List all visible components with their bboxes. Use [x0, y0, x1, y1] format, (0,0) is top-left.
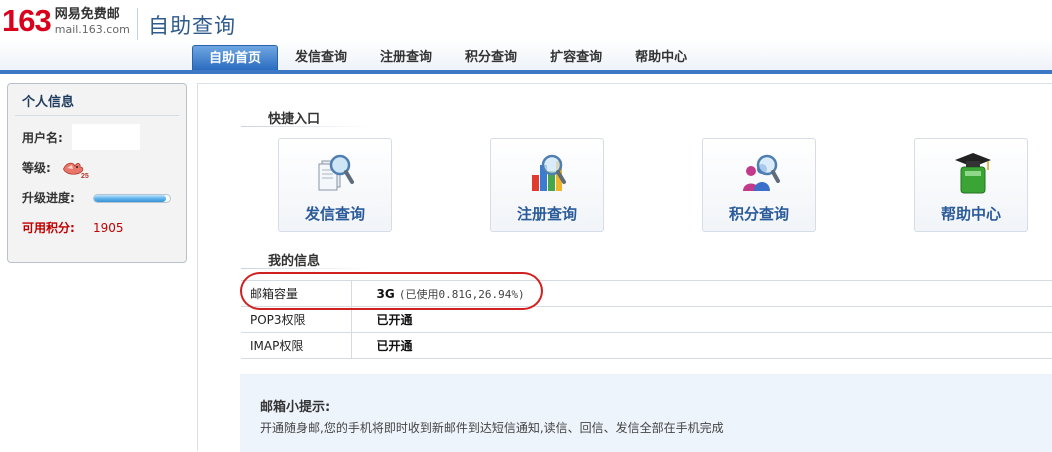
tab-points-query[interactable]: 积分查询 — [449, 45, 533, 70]
progress-label: 升级进度: — [22, 191, 75, 205]
logo-number: 163 — [2, 3, 52, 38]
nav-underline-bar — [0, 70, 1052, 74]
quick-help-center[interactable]: 帮助中心 — [914, 138, 1028, 232]
level-label: 等级: — [22, 161, 51, 175]
header: 163 网易免费邮 mail.163.com 自助查询 自助首页 发信查询 注册… — [0, 0, 1052, 70]
send-query-icon — [316, 151, 358, 195]
username-value — [72, 124, 140, 150]
my-info-title: 我的信息 — [268, 254, 321, 269]
tab-expansion-query[interactable]: 扩容查询 — [534, 45, 618, 70]
points-label: 可用积分: — [22, 221, 75, 235]
mailbox-capacity-label: 邮箱容量 — [241, 280, 352, 307]
table-row: IMAP权限 已开通 — [241, 332, 1052, 359]
pop3-permission-value: 已开通 — [351, 306, 1052, 333]
quick-points-query[interactable]: 积分查询 — [702, 138, 816, 232]
quick-entry-title: 快捷入口 — [268, 112, 321, 127]
logo-url: mail.163.com — [54, 23, 130, 36]
quick-register-query[interactable]: 注册查询 — [490, 138, 604, 232]
page-title: 自助查询 — [148, 14, 236, 38]
points-value: 1905 — [93, 221, 124, 235]
imap-permission-value: 已开通 — [351, 332, 1052, 359]
table-row: 邮箱容量 3G (已使用0.81G,26.94%) — [241, 280, 1052, 307]
mailbox-capacity-total: 3G — [376, 286, 395, 301]
mailbox-capacity-used: (已使用0.81G,26.94%) — [398, 287, 525, 301]
tab-register-query[interactable]: 注册查询 — [364, 45, 448, 70]
mailbox-tip-box: 邮箱小提示: 开通随身邮,您的手机将即时收到新邮件到达短信通知,读信、回信、发信… — [240, 374, 1052, 452]
mailbox-capacity-value: 3G (已使用0.81G,26.94%) — [351, 280, 1052, 307]
tab-help-center[interactable]: 帮助中心 — [619, 45, 703, 70]
quick-help-center-label: 帮助中心 — [940, 205, 1001, 223]
username-label: 用户名: — [22, 131, 63, 145]
help-center-icon — [952, 151, 994, 195]
logo-text: 网易免费邮 mail.163.com — [55, 7, 130, 37]
my-info-divider — [241, 268, 371, 269]
personal-info-title: 个人信息 — [15, 92, 179, 116]
quick-send-query[interactable]: 发信查询 — [278, 138, 392, 232]
my-info-table: 邮箱容量 3G (已使用0.81G,26.94%) POP3权限 已开通 IMA… — [241, 280, 1052, 359]
tab-self-service-home[interactable]: 自助首页 — [192, 45, 279, 70]
level-bird-icon: 25 — [61, 159, 91, 182]
quick-entry-divider — [241, 126, 371, 127]
imap-permission-label: IMAP权限 — [241, 332, 352, 359]
register-query-icon — [528, 151, 570, 195]
upgrade-progress-bar — [93, 194, 171, 203]
table-row: POP3权限 已开通 — [241, 306, 1052, 333]
logo[interactable]: 163 网易免费邮 mail.163.com — [2, 4, 130, 38]
personal-info-panel: 个人信息 用户名: 等级: 25 升级进度: 可用积分: 1905 — [7, 83, 187, 263]
main-panel: 快捷入口 发信查询 注册查询 积分查询 帮助中心 我的信息 邮箱容量 3G (已… — [197, 83, 1052, 452]
quick-register-query-label: 注册查询 — [516, 205, 577, 223]
pop3-permission-label: POP3权限 — [241, 306, 352, 333]
quick-send-query-label: 发信查询 — [304, 205, 365, 223]
quick-points-query-label: 积分查询 — [728, 205, 789, 223]
upgrade-progress-fill — [94, 195, 167, 202]
logo-cn: 网易免费邮 — [54, 7, 120, 22]
mailbox-tip-text: 开通随身邮,您的手机将即时收到新邮件到达短信通知,读信、回信、发信全部在手机完成 — [260, 421, 724, 435]
main-nav: 自助首页 发信查询 注册查询 积分查询 扩容查询 帮助中心 — [192, 45, 703, 70]
level-badge: 25 — [81, 173, 89, 179]
logo-divider — [137, 8, 138, 40]
tab-send-query[interactable]: 发信查询 — [279, 45, 363, 70]
mailbox-tip-title: 邮箱小提示: — [260, 400, 331, 415]
points-query-icon — [740, 151, 782, 195]
